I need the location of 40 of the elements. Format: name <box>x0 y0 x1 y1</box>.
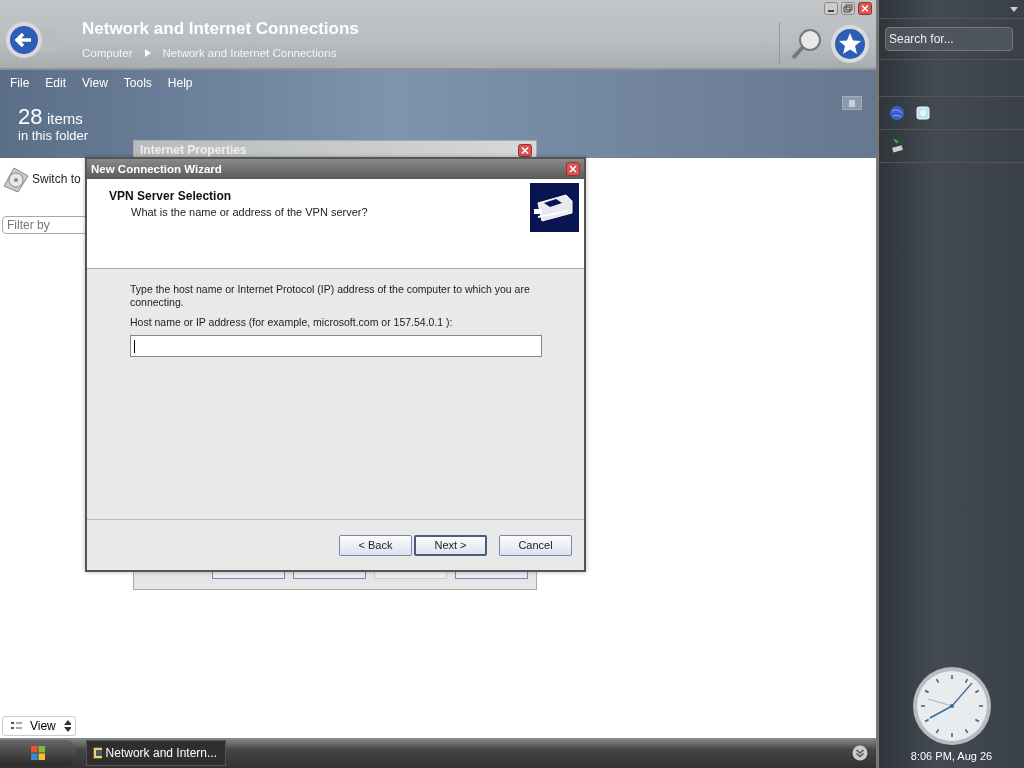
view-icon <box>11 721 22 731</box>
search-icon[interactable] <box>790 27 824 61</box>
globe-icon[interactable] <box>889 105 905 121</box>
wizard-heading: VPN Server Selection <box>109 189 233 203</box>
menu-item[interactable]: Help <box>159 76 201 90</box>
menu-item[interactable]: Tools <box>115 76 160 90</box>
network-drive-icon[interactable] <box>889 138 905 154</box>
minimize-button[interactable] <box>824 2 838 15</box>
menu-item[interactable]: File <box>2 76 38 90</box>
network-icon <box>530 183 579 232</box>
wizard-button[interactable]: < Back <box>339 534 412 556</box>
close-button[interactable] <box>566 162 580 176</box>
start-button[interactable] <box>0 740 76 766</box>
spin-arrows-icon <box>63 720 71 732</box>
close-button[interactable] <box>858 2 872 15</box>
menu-item[interactable]: Edit <box>37 76 75 90</box>
wizard-button[interactable]: Next > <box>414 534 487 556</box>
close-button[interactable] <box>518 143 532 157</box>
windows-logo-icon <box>30 745 46 761</box>
field-label: Host name or IP address (for example, microsoft.com or 157.54.0.1 ): <box>130 316 454 328</box>
wizard-subheading: What is the name or address of the VPN server? <box>131 206 368 218</box>
breadcrumb-arrow-icon <box>144 49 151 57</box>
item-count: 28 <box>18 104 43 129</box>
menu-item[interactable]: View <box>74 76 116 90</box>
view-button[interactable]: View <box>2 716 76 736</box>
window-title: Network and Internet Connections <box>82 19 359 39</box>
description-text: Type the host name or Internet Protocol (IP) address of the computer to which you are connecting. <box>130 283 531 309</box>
dropdown-arrow-icon[interactable] <box>1010 6 1018 12</box>
dialog-title: New Connection Wizard <box>91 163 222 175</box>
search-field[interactable]: Search for... <box>885 27 1013 51</box>
chevron-down-icon[interactable] <box>852 745 868 761</box>
host-field[interactable] <box>130 335 542 357</box>
restore-button[interactable] <box>841 2 855 15</box>
taskbar-item[interactable]: Network and Intern... <box>86 740 226 766</box>
item-count-caption: in this folder <box>18 128 90 143</box>
clock-time: 8:06 PM, Aug 26 <box>910 750 993 762</box>
task-link[interactable]: Switch to <box>32 172 81 186</box>
item-count-unit: items <box>46 110 83 127</box>
wizard-button[interactable]: Cancel <box>499 534 572 556</box>
cube-icon[interactable] <box>915 105 931 121</box>
